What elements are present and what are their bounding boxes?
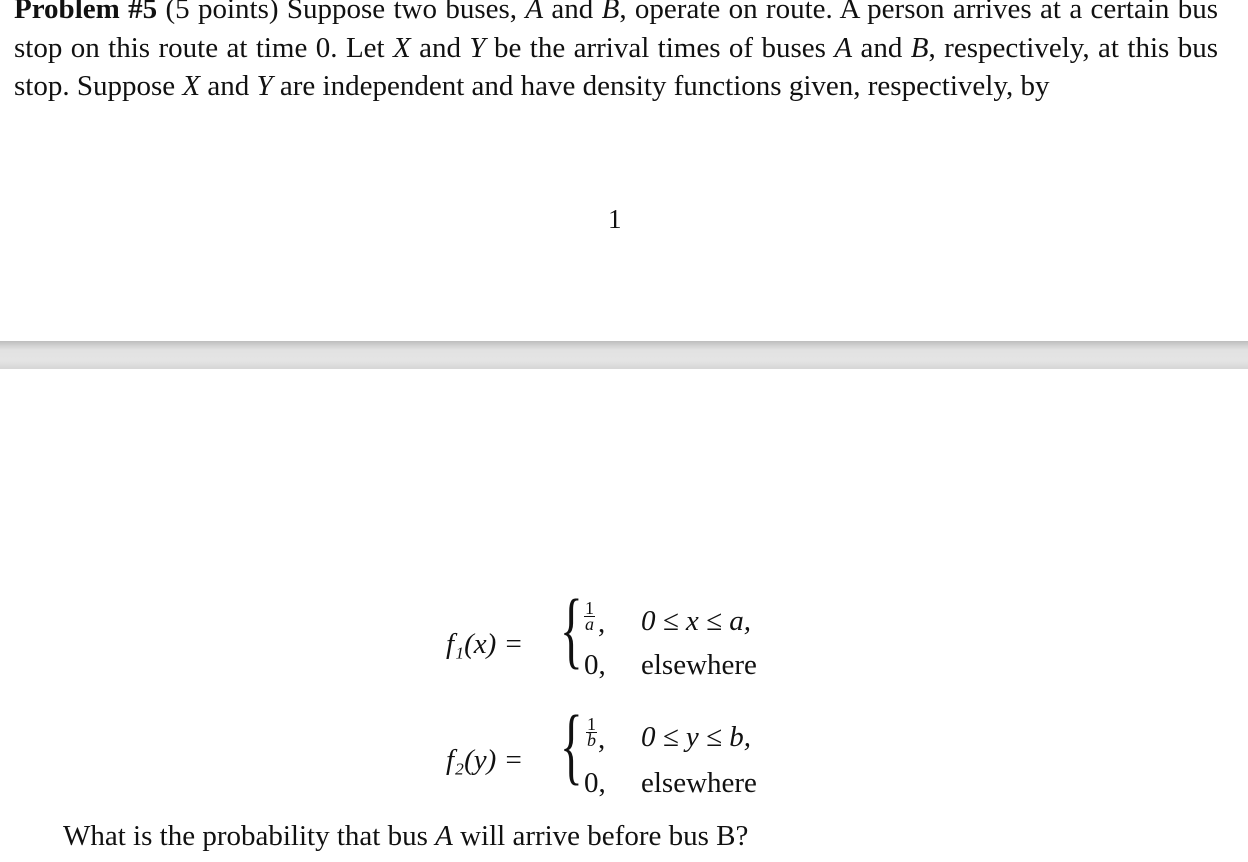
- fraction-denominator: b: [587, 730, 596, 750]
- case-condition: elsewhere: [641, 767, 757, 799]
- text: will arrive before bus B?: [452, 820, 749, 852]
- case-condition: elsewhere: [641, 649, 757, 681]
- text: and: [852, 31, 911, 64]
- question-text: What is the probability that bus A will …: [63, 820, 748, 853]
- comma: ,: [598, 607, 606, 639]
- math-var: Y: [256, 70, 273, 102]
- math-var: A: [435, 820, 453, 852]
- text: and: [200, 70, 257, 102]
- case-condition: 0 ≤ x ≤ a,: [641, 605, 751, 637]
- math-var: X: [393, 31, 411, 64]
- page-separator: [0, 341, 1248, 369]
- math-var: A: [834, 31, 853, 64]
- case-value: 0,: [584, 767, 606, 799]
- text: and: [410, 31, 470, 64]
- fraction: 1a: [584, 599, 595, 634]
- pdf-page-1: Problem #5 (5 points) Suppose two buses,…: [0, 0, 1248, 342]
- comma: ,: [598, 723, 606, 755]
- points-label: (5 points): [165, 0, 279, 25]
- left-brace: {: [560, 697, 583, 793]
- page-number: 1: [608, 204, 622, 234]
- math-var: B: [601, 0, 620, 25]
- text: be the arrival times of buses: [485, 31, 835, 64]
- pdf-page-2: [0, 369, 1248, 862]
- text: Suppose two buses,: [278, 0, 526, 25]
- fraction-denominator: a: [585, 614, 594, 634]
- text: and: [543, 0, 602, 25]
- math-var: X: [182, 70, 201, 102]
- case-value: 0,: [584, 649, 606, 681]
- text: What is the probability that bus: [63, 820, 436, 852]
- equation-lhs: f₁(x) =: [446, 628, 524, 660]
- problem-statement: Problem #5 (5 points) Suppose two buses,…: [14, 0, 1218, 106]
- problem-label: Problem #5: [14, 0, 158, 25]
- fraction: 1b: [586, 715, 597, 750]
- left-brace: {: [560, 581, 583, 677]
- math-var: Y: [469, 31, 486, 64]
- text: are independent and have density functio…: [272, 70, 1050, 102]
- case-condition: 0 ≤ y ≤ b,: [641, 721, 751, 753]
- equation-lhs: f₂(y) =: [446, 744, 524, 776]
- math-var: B: [910, 31, 929, 64]
- math-var: A: [525, 0, 544, 25]
